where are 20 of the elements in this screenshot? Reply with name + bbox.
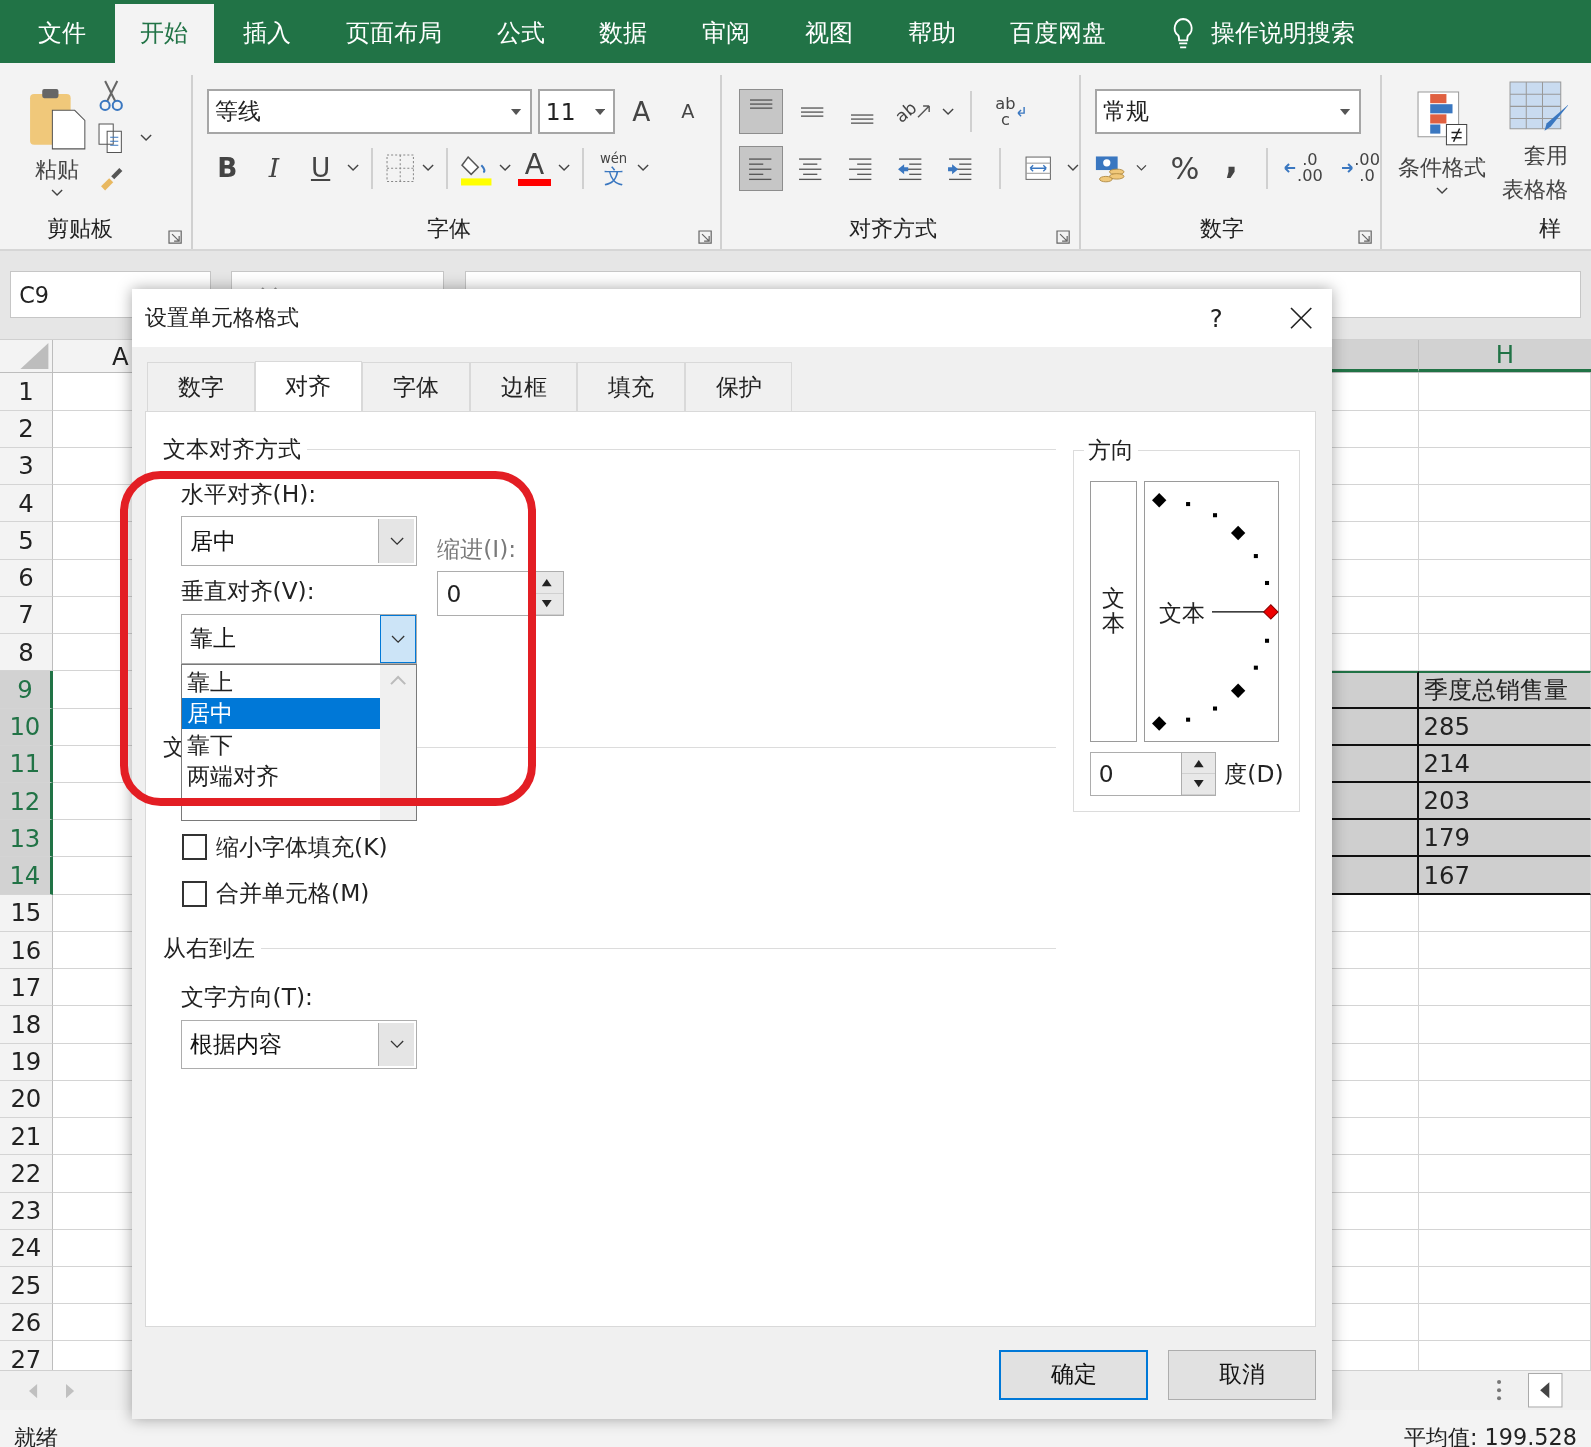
table-cell: 179 [1418,820,1591,858]
section-title: 文本对齐方式 [163,433,302,465]
table-cell: 203 [1418,782,1591,821]
group-label: 数字 [1199,214,1246,244]
group-label: 样 [1537,214,1561,244]
group-label: 字体 [425,214,472,244]
section-title: 从右到左 [163,933,256,965]
field-label: 文字方向(T): [180,983,314,1012]
sample-text: 文本 [1158,597,1205,629]
field-label: 垂直对齐(V): [180,577,316,606]
group-label: 对齐方式 [848,214,939,244]
field-label: 水平对齐(H): [180,479,318,509]
table-cell: 167 [1418,857,1591,895]
table-cell: 季度总销售量 [1418,671,1591,709]
group-label: 剪贴板 [46,214,115,244]
status-text: 就绪 [14,1423,59,1447]
field-label: 缩进(I): [437,534,518,564]
table-cell: 214 [1418,745,1591,783]
field-label: 度(D) [1224,759,1284,789]
table-cell: 285 [1418,708,1591,746]
